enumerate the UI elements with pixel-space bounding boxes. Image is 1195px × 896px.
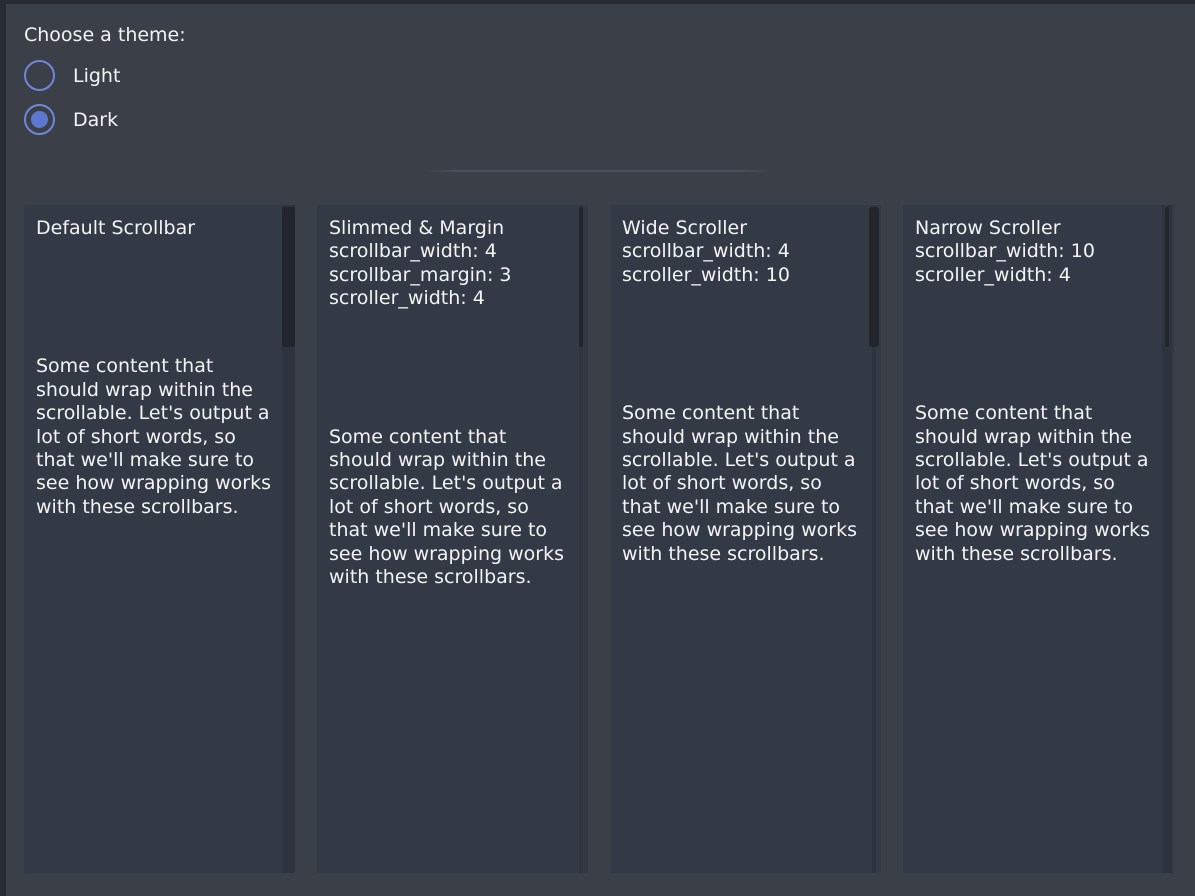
scrollbar-thumb[interactable]: [1165, 207, 1169, 347]
scrollbar-thumb[interactable]: [282, 207, 295, 347]
scrollbar-track[interactable]: [282, 205, 295, 873]
theme-chooser-label: Choose a theme:: [24, 24, 186, 47]
panel-header: Narrow Scroller scrollbar_width: 10 scro…: [915, 217, 1155, 287]
panel-narrow-scroller[interactable]: Narrow Scroller scrollbar_width: 10 scro…: [903, 205, 1174, 873]
radio-dot: [31, 67, 48, 84]
section-divider: [428, 170, 771, 172]
panel-content-text: Some content that should wrap within the…: [329, 426, 569, 590]
panel-param: scrollbar_margin: 3: [329, 264, 569, 287]
panel-header: Wide Scroller scrollbar_width: 4 scrolle…: [622, 217, 862, 287]
theme-chooser: Choose a theme: Light Dark: [24, 24, 186, 135]
panel-slimmed-margin[interactable]: Slimmed & Margin scrollbar_width: 4 scro…: [317, 205, 588, 873]
panel-param: scroller_width: 10: [622, 264, 862, 287]
scrollbar-track[interactable]: [1162, 205, 1172, 873]
panel-title: Narrow Scroller: [915, 217, 1155, 240]
scrollbar-track[interactable]: [869, 205, 879, 873]
panel-param: scrollbar_width: 10: [915, 240, 1155, 263]
radio-unselected-icon[interactable]: [24, 60, 55, 91]
panel-title: Wide Scroller: [622, 217, 862, 240]
scrollbar-track[interactable]: [579, 205, 583, 873]
panel-param: scroller_width: 4: [329, 287, 569, 310]
radio-option-light-label[interactable]: Light: [73, 65, 120, 87]
panel-param: scrollbar_width: 4: [329, 240, 569, 263]
panel-wide-scroller[interactable]: Wide Scroller scrollbar_width: 4 scrolle…: [610, 205, 881, 873]
panel-param: scroller_width: 4: [915, 264, 1155, 287]
panel-title: Slimmed & Margin: [329, 217, 569, 240]
radio-option-dark-label[interactable]: Dark: [73, 109, 118, 131]
radio-option-dark[interactable]: Dark: [24, 104, 186, 135]
panel-content-text: Some content that should wrap within the…: [622, 402, 862, 566]
panel-content-text: Some content that should wrap within the…: [36, 355, 276, 519]
scrollbar-thumb[interactable]: [579, 207, 583, 347]
panel-content-text: Some content that should wrap within the…: [915, 402, 1155, 566]
radio-selected-icon[interactable]: [24, 104, 55, 135]
panel-title: Default Scrollbar: [36, 217, 276, 240]
window-frame-left-edge: [0, 0, 6, 896]
scrollbar-thumb[interactable]: [869, 207, 879, 347]
window-frame-top-edge: [0, 0, 1195, 4]
panel-header: Default Scrollbar: [36, 217, 276, 240]
radio-option-light[interactable]: Light: [24, 60, 186, 91]
radio-dot: [31, 111, 48, 128]
panel-header: Slimmed & Margin scrollbar_width: 4 scro…: [329, 217, 569, 311]
scrollbar-demo-row: Default Scrollbar Some content that shou…: [24, 205, 1174, 873]
panel-param: scrollbar_width: 4: [622, 240, 862, 263]
panel-default-scrollbar[interactable]: Default Scrollbar Some content that shou…: [24, 205, 295, 873]
